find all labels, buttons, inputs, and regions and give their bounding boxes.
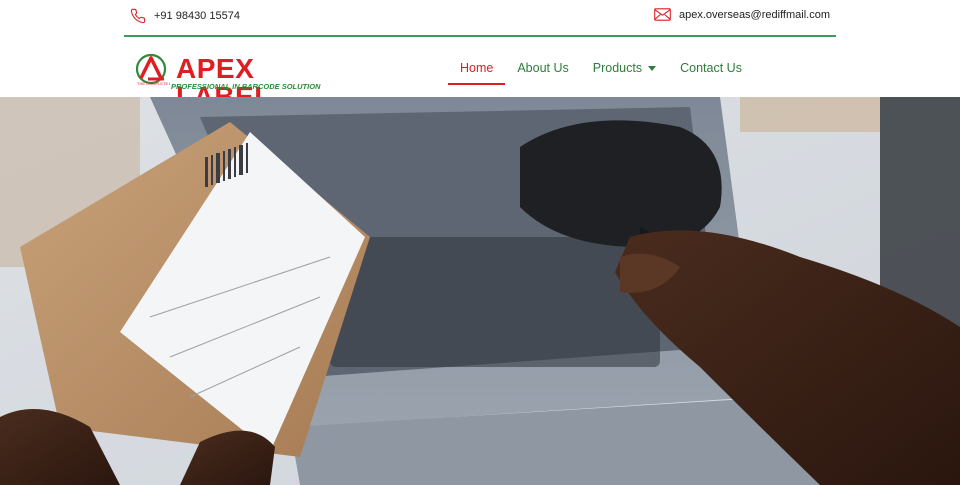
email-address[interactable]: apex.overseas@rediffmail.com	[679, 9, 830, 21]
nav-about-us-label[interactable]: About Us	[517, 61, 568, 75]
site-logo[interactable]: THE COMPLETE LABELLER APEX LABEL PROFESS…	[134, 53, 330, 111]
nav-about-us[interactable]: About Us	[505, 39, 580, 97]
nav-contact-us[interactable]: Contact Us	[668, 39, 754, 97]
nav-home-label[interactable]: Home	[460, 61, 493, 75]
phone-icon	[130, 8, 146, 24]
nav-contact-us-label[interactable]: Contact Us	[680, 61, 742, 75]
site-header: THE COMPLETE LABELLER APEX LABEL PROFESS…	[0, 39, 960, 111]
main-nav: Home About Us Products Contact Us	[448, 39, 754, 97]
phone-contact[interactable]: +91 98430 15574	[130, 8, 240, 24]
svg-text:THE COMPLETE LABELLER: THE COMPLETE LABELLER	[137, 81, 170, 86]
chevron-down-icon[interactable]	[648, 65, 657, 71]
mail-icon	[654, 8, 671, 21]
nav-products[interactable]: Products	[581, 39, 668, 97]
hero-image	[0, 97, 960, 485]
logo-tagline: PROFESSIONAL IN BARCODE SOLUTION	[171, 82, 321, 91]
hero-banner	[0, 97, 960, 485]
logo-emblem-icon: THE COMPLETE LABELLER	[134, 53, 190, 92]
email-contact[interactable]: apex.overseas@rediffmail.com	[654, 8, 830, 21]
phone-number[interactable]: +91 98430 15574	[154, 10, 240, 22]
nav-products-label[interactable]: Products	[593, 61, 642, 75]
nav-home[interactable]: Home	[448, 39, 506, 97]
top-contact-bar: +91 98430 15574 apex.overseas@rediffmail…	[124, 0, 836, 37]
